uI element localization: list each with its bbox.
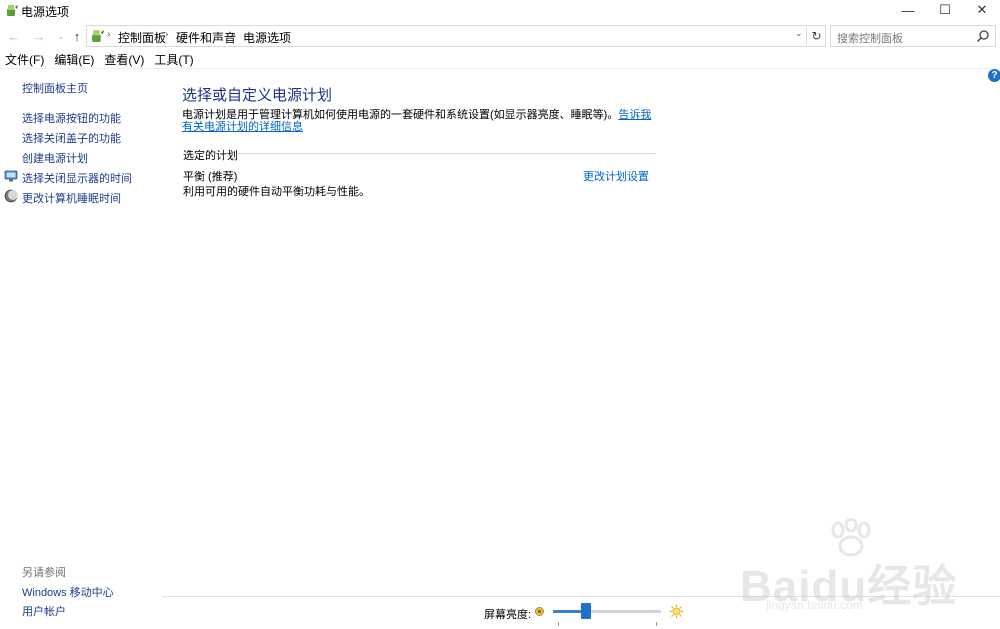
sidebar-item-power-button[interactable]: 选择电源按钮的功能	[22, 110, 121, 126]
menu-bar: 文件(F) 编辑(E) 查看(V) 工具(T)	[0, 52, 199, 68]
monitor-icon	[4, 170, 18, 182]
help-icon[interactable]: ?	[988, 69, 1000, 82]
breadcrumb-separator: ›	[107, 29, 111, 40]
breadcrumb-separator: ›	[165, 29, 169, 40]
menu-divider	[0, 68, 1000, 69]
change-plan-settings-link[interactable]: 更改计划设置	[583, 168, 649, 184]
brightness-slider-track[interactable]	[553, 610, 661, 613]
menu-file[interactable]: 文件(F)	[0, 52, 49, 68]
breadcrumb-hardware-sound[interactable]: 硬件和声音	[176, 29, 236, 46]
forward-button[interactable]: →	[30, 27, 48, 45]
breadcrumb-separator: ›	[232, 29, 236, 40]
title-bar: 电源选项 — ☐ ✕	[0, 0, 1000, 20]
address-bar[interactable]: › 控制面板 › 硬件和声音 › 电源选项	[86, 25, 807, 47]
section-divider	[238, 153, 656, 154]
slider-tick	[558, 622, 559, 626]
page-description: 电源计划是用于管理计算机如何使用电源的一套硬件和系统设置(如显示器亮度、睡眠等)…	[182, 109, 662, 133]
slider-tick	[656, 622, 657, 626]
description-text: 电源计划是用于管理计算机如何使用电源的一套硬件和系统设置(如显示器亮度、睡眠等)…	[182, 109, 619, 121]
sidebar-item-display-off[interactable]: 选择关闭显示器的时间	[22, 170, 132, 186]
power-options-icon	[7, 5, 18, 16]
back-button[interactable]: ←	[5, 27, 23, 45]
moon-icon	[4, 189, 18, 203]
watermark-url: jingyan.baidu.com	[766, 598, 863, 612]
brightness-label: 屏幕亮度:	[484, 609, 532, 621]
menu-tools[interactable]: 工具(T)	[149, 52, 198, 68]
plan-name: 平衡 (推荐)	[183, 171, 238, 183]
navigation-bar: ← → ⌄ ↑ › 控制面板 › 硬件和声音 › 电源选项 ⌄ ↻ 搜索控制面板	[0, 24, 1000, 48]
power-options-icon	[92, 30, 104, 42]
menu-edit[interactable]: 编辑(E)	[49, 52, 99, 68]
dim-sun-icon	[535, 607, 544, 616]
maximize-button[interactable]: ☐	[927, 0, 963, 20]
search-icon[interactable]	[976, 29, 990, 43]
menu-view[interactable]: 查看(V)	[99, 52, 149, 68]
refresh-button[interactable]: ↻	[808, 25, 826, 47]
brightness-slider-thumb[interactable]	[581, 603, 591, 619]
window-title: 电源选项	[21, 5, 70, 19]
address-dropdown-button[interactable]: ⌄	[795, 28, 803, 39]
page-title: 选择或自定义电源计划	[182, 87, 333, 104]
breadcrumb-power-options[interactable]: 电源选项	[243, 29, 291, 46]
plan-description: 利用可用的硬件自动平衡功耗与性能。	[183, 186, 370, 198]
sidebar-item-create-plan[interactable]: 创建电源计划	[22, 150, 88, 166]
see-also-user-accounts[interactable]: 用户帐户	[22, 603, 66, 619]
sidebar-item-control-panel-home[interactable]: 控制面板主页	[22, 80, 88, 96]
close-button[interactable]: ✕	[964, 0, 1000, 20]
see-also-mobility-center[interactable]: Windows 移动中心	[22, 584, 114, 600]
sidebar-item-lid-close[interactable]: 选择关闭盖子的功能	[22, 130, 121, 146]
selected-plan-heading: 选定的计划	[183, 150, 238, 162]
sidebar-item-sleep-time[interactable]: 更改计算机睡眠时间	[22, 190, 121, 206]
bright-sun-icon	[669, 604, 684, 619]
baidu-watermark: Baidu经验 jingyan.baidu.com	[740, 518, 956, 613]
search-input[interactable]: 搜索控制面板	[830, 25, 996, 47]
up-button[interactable]: ↑	[68, 27, 86, 45]
see-also-heading: 另请参阅	[22, 567, 66, 579]
breadcrumb-control-panel[interactable]: 控制面板	[118, 29, 166, 46]
minimize-button[interactable]: —	[890, 0, 926, 20]
search-placeholder: 搜索控制面板	[837, 33, 903, 45]
